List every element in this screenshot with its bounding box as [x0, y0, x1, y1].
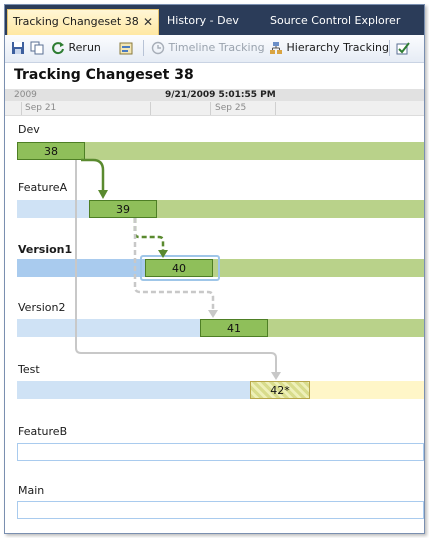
merge-arrow-39-41 [133, 218, 215, 311]
arrow-head [271, 372, 281, 380]
merge-arrow-39-40 [133, 218, 165, 251]
merge-arrows [75, 158, 281, 380]
tracking-window: Tracking Changeset 38 ✕ History - Dev So… [4, 4, 425, 534]
arrow-head [98, 190, 108, 199]
merge-arrow-38-39 [81, 158, 105, 192]
arrow-head [208, 310, 218, 318]
arrow-head [158, 250, 168, 258]
